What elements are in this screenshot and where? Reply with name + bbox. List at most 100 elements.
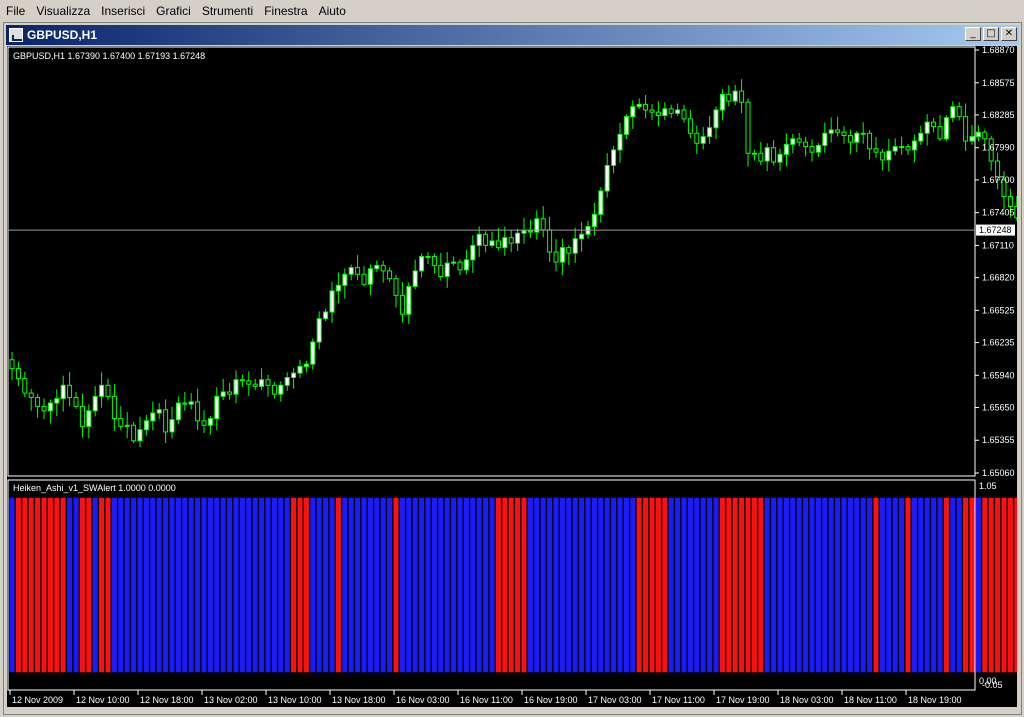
candle-body	[335, 284, 341, 292]
candle-body	[700, 136, 706, 144]
candle-body	[694, 132, 700, 144]
candle-body	[182, 402, 188, 405]
indicator-bar	[297, 497, 303, 673]
candle-body	[476, 233, 482, 246]
candle-body	[771, 147, 777, 163]
candle-body	[835, 129, 841, 133]
indicator-bar	[835, 497, 841, 673]
menu-charts[interactable]: Grafici	[153, 4, 199, 18]
indicator-bar	[361, 497, 367, 673]
indicator-bar	[995, 497, 1001, 673]
indicator-bar	[931, 497, 937, 673]
candle-body	[841, 131, 847, 136]
indicator-bar	[451, 497, 457, 673]
indicator-bar	[457, 497, 463, 673]
indicator-bar	[47, 497, 53, 673]
price-tick-label: 1.68575	[982, 78, 1015, 88]
candle-body	[259, 379, 265, 387]
indicator-bar	[777, 497, 783, 673]
indicator-bar	[1014, 497, 1017, 673]
menu-window[interactable]: Finestra	[261, 4, 315, 18]
candle-body	[611, 149, 617, 166]
indicator-tick-bottom: -0.05	[982, 680, 1003, 690]
menu-tools[interactable]: Strumenti	[199, 4, 261, 18]
indicator-bar	[355, 497, 361, 673]
indicator-bar	[713, 497, 719, 673]
menu-insert[interactable]: Inserisci	[98, 4, 153, 18]
minimize-button[interactable]: _	[965, 27, 981, 41]
chart-area[interactable]: GBPUSD,H1 1.67390 1.67400 1.67193 1.6724…	[7, 46, 1017, 707]
indicator-bar	[214, 497, 220, 673]
candle-body	[790, 138, 796, 145]
indicator-bar	[329, 497, 335, 673]
candle-body	[463, 259, 469, 271]
price-tick-label: 1.67700	[982, 175, 1015, 185]
candle-body	[975, 131, 981, 138]
indicator-bar	[316, 497, 322, 673]
indicator-bar	[265, 497, 271, 673]
candle-body	[86, 410, 92, 427]
indicator-bar	[668, 497, 674, 673]
time-axis: 12 Nov 2009 12 Nov 10:00 12 Nov 18:00 13 No…	[9, 690, 962, 705]
indicator-bar	[867, 497, 873, 673]
indicator-bar	[291, 497, 297, 673]
indicator-bar	[553, 497, 559, 673]
indicator-bar	[252, 497, 258, 673]
candle-body	[431, 256, 437, 266]
indicator-bar	[630, 497, 636, 673]
candle-body	[265, 379, 271, 386]
candle-body	[553, 251, 559, 263]
candle-body	[150, 412, 156, 422]
indicator-bar	[943, 497, 949, 673]
indicator-bar	[118, 497, 124, 673]
candle-body	[137, 429, 143, 442]
indicator-bar	[278, 497, 284, 673]
time-tick-label: 12 Nov 18:00	[140, 695, 194, 705]
indicator-bar	[515, 497, 521, 673]
indicator-bar	[790, 497, 796, 673]
current-price-badge: 1.67248	[976, 224, 1015, 236]
candle-body	[572, 238, 578, 254]
chart-canvas[interactable]: GBPUSD,H1 1.67390 1.67400 1.67193 1.6724…	[7, 46, 1017, 707]
menu-file[interactable]: File	[3, 4, 33, 18]
indicator-bar	[22, 497, 28, 673]
indicator-bar	[611, 497, 617, 673]
candle-body	[124, 424, 130, 427]
indicator-bar	[771, 497, 777, 673]
indicator-bar	[591, 497, 597, 673]
indicator-bar	[547, 497, 553, 673]
indicator-bar	[508, 497, 514, 673]
candle-body	[451, 261, 457, 264]
candle-body	[291, 372, 297, 379]
close-button[interactable]: ✕	[1001, 27, 1017, 41]
indicator-bar	[463, 497, 469, 673]
indicator-bar	[1001, 497, 1007, 673]
candle-body	[99, 384, 105, 397]
price-tick-label: 1.68285	[982, 110, 1015, 120]
indicator-bar	[579, 497, 585, 673]
candle-body	[118, 418, 124, 427]
indicator-bar	[259, 497, 265, 673]
candle-body	[329, 290, 335, 313]
indicator-bar	[156, 497, 162, 673]
indicator-bar	[719, 497, 725, 673]
candle-body	[796, 138, 802, 143]
price-tick-label: 1.67405	[982, 208, 1015, 218]
indicator-bar	[975, 497, 981, 673]
indicator-bar	[86, 497, 92, 673]
indicator-bar	[963, 497, 969, 673]
indicator-bar	[67, 497, 73, 673]
candles	[9, 79, 1017, 448]
indicator-bar	[502, 497, 508, 673]
candle-body	[668, 108, 674, 114]
candle-body	[425, 256, 431, 259]
window-titlebar[interactable]: GBPUSD,H1 _ □ ✕	[6, 25, 1019, 45]
menu-view[interactable]: Visualizza	[33, 4, 98, 18]
candle-body	[636, 103, 642, 108]
candle-body	[911, 140, 917, 151]
menu-help[interactable]: Aiuto	[316, 4, 354, 18]
indicator-bar	[374, 497, 380, 673]
candle-body	[483, 233, 489, 246]
indicator-bar	[598, 497, 604, 673]
maximize-button[interactable]: □	[983, 27, 999, 41]
